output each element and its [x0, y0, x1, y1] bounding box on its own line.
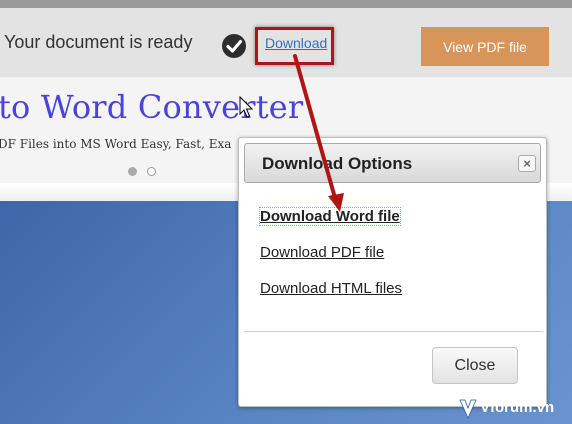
vforum-watermark: Vforum.vn [458, 397, 568, 421]
annotation-highlight-box [255, 27, 334, 65]
download-html-files-link[interactable]: Download HTML files [260, 280, 402, 297]
document-ready-message: Your document is ready [4, 32, 193, 52]
status-bar: Your document is ready Download View PDF… [0, 8, 572, 77]
view-pdf-button[interactable]: View PDF file [421, 27, 549, 66]
download-options-dialog: Download Options × Download Word file Do… [238, 137, 547, 407]
dialog-title: Download Options [262, 154, 413, 173]
slider-dot-active[interactable] [128, 167, 137, 176]
vforum-logo-icon [459, 399, 477, 419]
hero-subtitle: DF Files into MS Word Easy, Fast, Exa [0, 137, 232, 151]
close-button[interactable]: Close [432, 347, 518, 384]
checkmark-circle-icon [222, 34, 246, 58]
download-pdf-file-link[interactable]: Download PDF file [260, 244, 384, 261]
download-word-file-link[interactable]: Download Word file [259, 207, 401, 226]
top-strip [0, 0, 572, 8]
dialog-header: Download Options × [244, 143, 541, 183]
hero-title: to Word Converter [0, 88, 304, 126]
slider-dot[interactable] [147, 167, 156, 176]
dialog-divider [244, 331, 543, 332]
close-x-icon[interactable]: × [518, 155, 536, 172]
watermark-text: Vforum.vn [480, 399, 555, 416]
